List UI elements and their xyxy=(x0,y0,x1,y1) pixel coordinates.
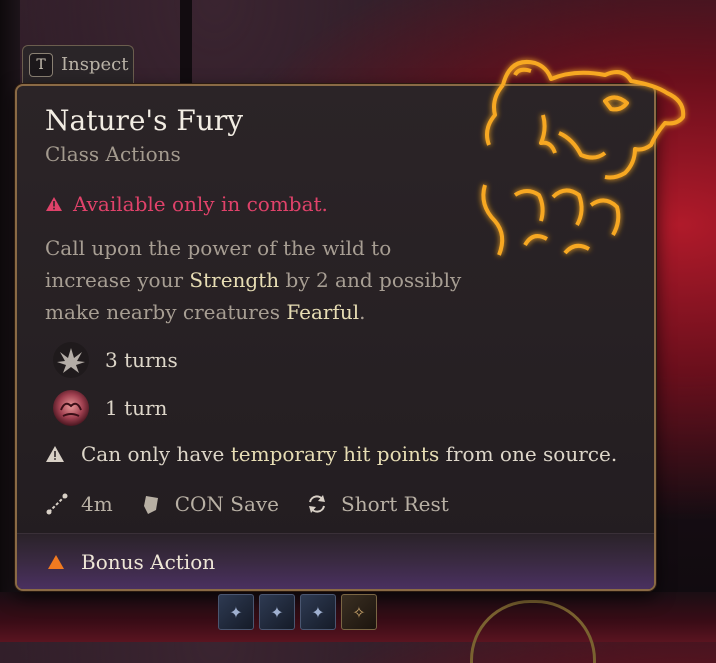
range-icon xyxy=(46,493,68,515)
keyword-strength[interactable]: Strength xyxy=(189,268,279,292)
inspect-tab[interactable]: T Inspect xyxy=(22,45,134,83)
range-value: 4m xyxy=(81,492,113,516)
bonus-action-icon xyxy=(48,554,64,569)
background-frame-strip xyxy=(180,0,192,90)
action-type-footer: Bonus Action xyxy=(17,533,654,589)
hotbar-slot[interactable]: ✦ xyxy=(259,594,295,630)
hotbar-slot[interactable]: ✦ xyxy=(218,594,254,630)
inspect-label: Inspect xyxy=(61,54,129,75)
effect-row-fear: 1 turn xyxy=(51,388,167,428)
hotbar-slot[interactable]: ✧ xyxy=(341,594,377,630)
keyword-fearful[interactable]: Fearful xyxy=(286,300,359,324)
hotbar: ✦ ✦ ✦ ✧ xyxy=(218,594,382,630)
recharge-value: Short Rest xyxy=(341,492,449,516)
inspect-key-badge: T xyxy=(29,52,53,77)
warning-icon xyxy=(46,197,62,211)
effect-duration-1: 3 turns xyxy=(105,348,178,372)
shield-icon xyxy=(143,496,158,514)
save-info: CON Save xyxy=(139,492,279,516)
action-type-label: Bonus Action xyxy=(81,549,216,574)
requirement-warning: Available only in combat. xyxy=(45,192,328,216)
recharge-info: Short Rest xyxy=(305,492,449,516)
keyword-temporary-hit-points[interactable]: temporary hit points xyxy=(231,442,439,466)
effect-row-claw: 3 turns xyxy=(51,340,178,380)
claw-icon xyxy=(53,342,89,378)
recharge-icon xyxy=(309,495,326,513)
spell-category: Class Actions xyxy=(45,142,181,166)
spell-title: Nature's Fury xyxy=(45,104,244,137)
effect-duration-2: 1 turn xyxy=(105,396,168,420)
requirement-text: Available only in combat. xyxy=(73,192,328,216)
hp-source-note: Can only have temporary hit points from … xyxy=(45,442,617,466)
hotbar-slot[interactable]: ✦ xyxy=(300,594,336,630)
range-info: 4m xyxy=(45,492,113,516)
warning-icon xyxy=(46,446,64,462)
spell-meta: 4m CON Save Short Rest xyxy=(45,492,475,516)
save-value: CON Save xyxy=(174,492,280,516)
fear-orb-icon xyxy=(53,390,89,426)
bear-head-icon xyxy=(481,60,686,256)
spell-description: Call upon the power of the wild to incre… xyxy=(45,236,462,324)
